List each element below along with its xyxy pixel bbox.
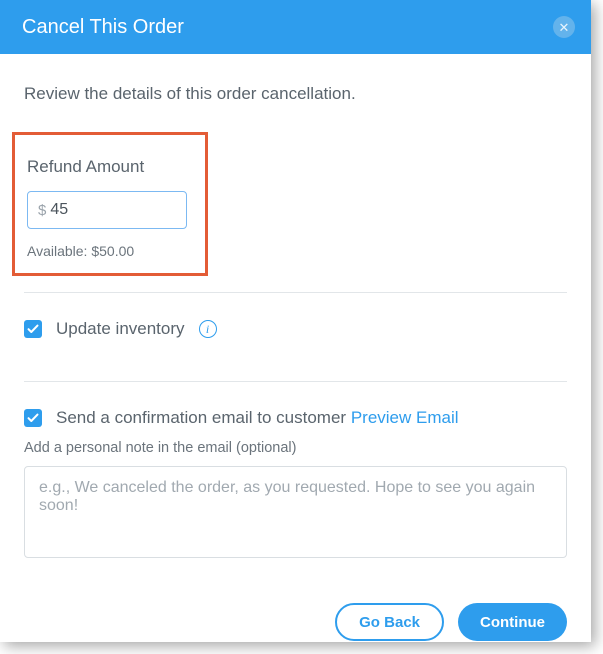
update-inventory-checkbox[interactable] bbox=[24, 320, 42, 338]
refund-amount-input-wrap[interactable]: $ bbox=[27, 191, 187, 229]
update-inventory-label: Update inventory bbox=[56, 319, 185, 339]
currency-symbol: $ bbox=[38, 202, 46, 219]
send-email-label: Send a confirmation email to customer Pr… bbox=[56, 408, 459, 428]
close-icon: ✕ bbox=[559, 21, 570, 34]
personal-note-textarea[interactable] bbox=[24, 466, 567, 558]
cancel-order-modal: Cancel This Order ✕ Review the details o… bbox=[0, 0, 591, 642]
refund-amount-input[interactable] bbox=[50, 201, 176, 219]
go-back-button[interactable]: Go Back bbox=[335, 603, 444, 641]
modal-body: Review the details of this order cancell… bbox=[0, 54, 591, 642]
info-icon[interactable]: i bbox=[199, 320, 217, 338]
send-email-label-text: Send a confirmation email to customer bbox=[56, 408, 351, 427]
refund-amount-section: Refund Amount $ Available: $50.00 bbox=[12, 132, 208, 276]
send-email-checkbox[interactable] bbox=[24, 409, 42, 427]
modal-footer: Go Back Continue bbox=[24, 563, 567, 641]
modal-title: Cancel This Order bbox=[22, 16, 184, 39]
personal-note-label: Add a personal note in the email (option… bbox=[24, 440, 567, 456]
modal-header: Cancel This Order ✕ bbox=[0, 0, 591, 54]
check-icon bbox=[27, 412, 39, 424]
refund-available-label: Available: $50.00 bbox=[27, 243, 193, 259]
refund-amount-title: Refund Amount bbox=[27, 157, 193, 177]
instruction-text: Review the details of this order cancell… bbox=[24, 84, 567, 104]
close-button[interactable]: ✕ bbox=[553, 16, 575, 38]
continue-button[interactable]: Continue bbox=[458, 603, 567, 641]
check-icon bbox=[27, 323, 39, 335]
preview-email-link[interactable]: Preview Email bbox=[351, 408, 459, 427]
send-email-row: Send a confirmation email to customer Pr… bbox=[24, 382, 567, 440]
update-inventory-row: Update inventory i bbox=[24, 293, 567, 365]
